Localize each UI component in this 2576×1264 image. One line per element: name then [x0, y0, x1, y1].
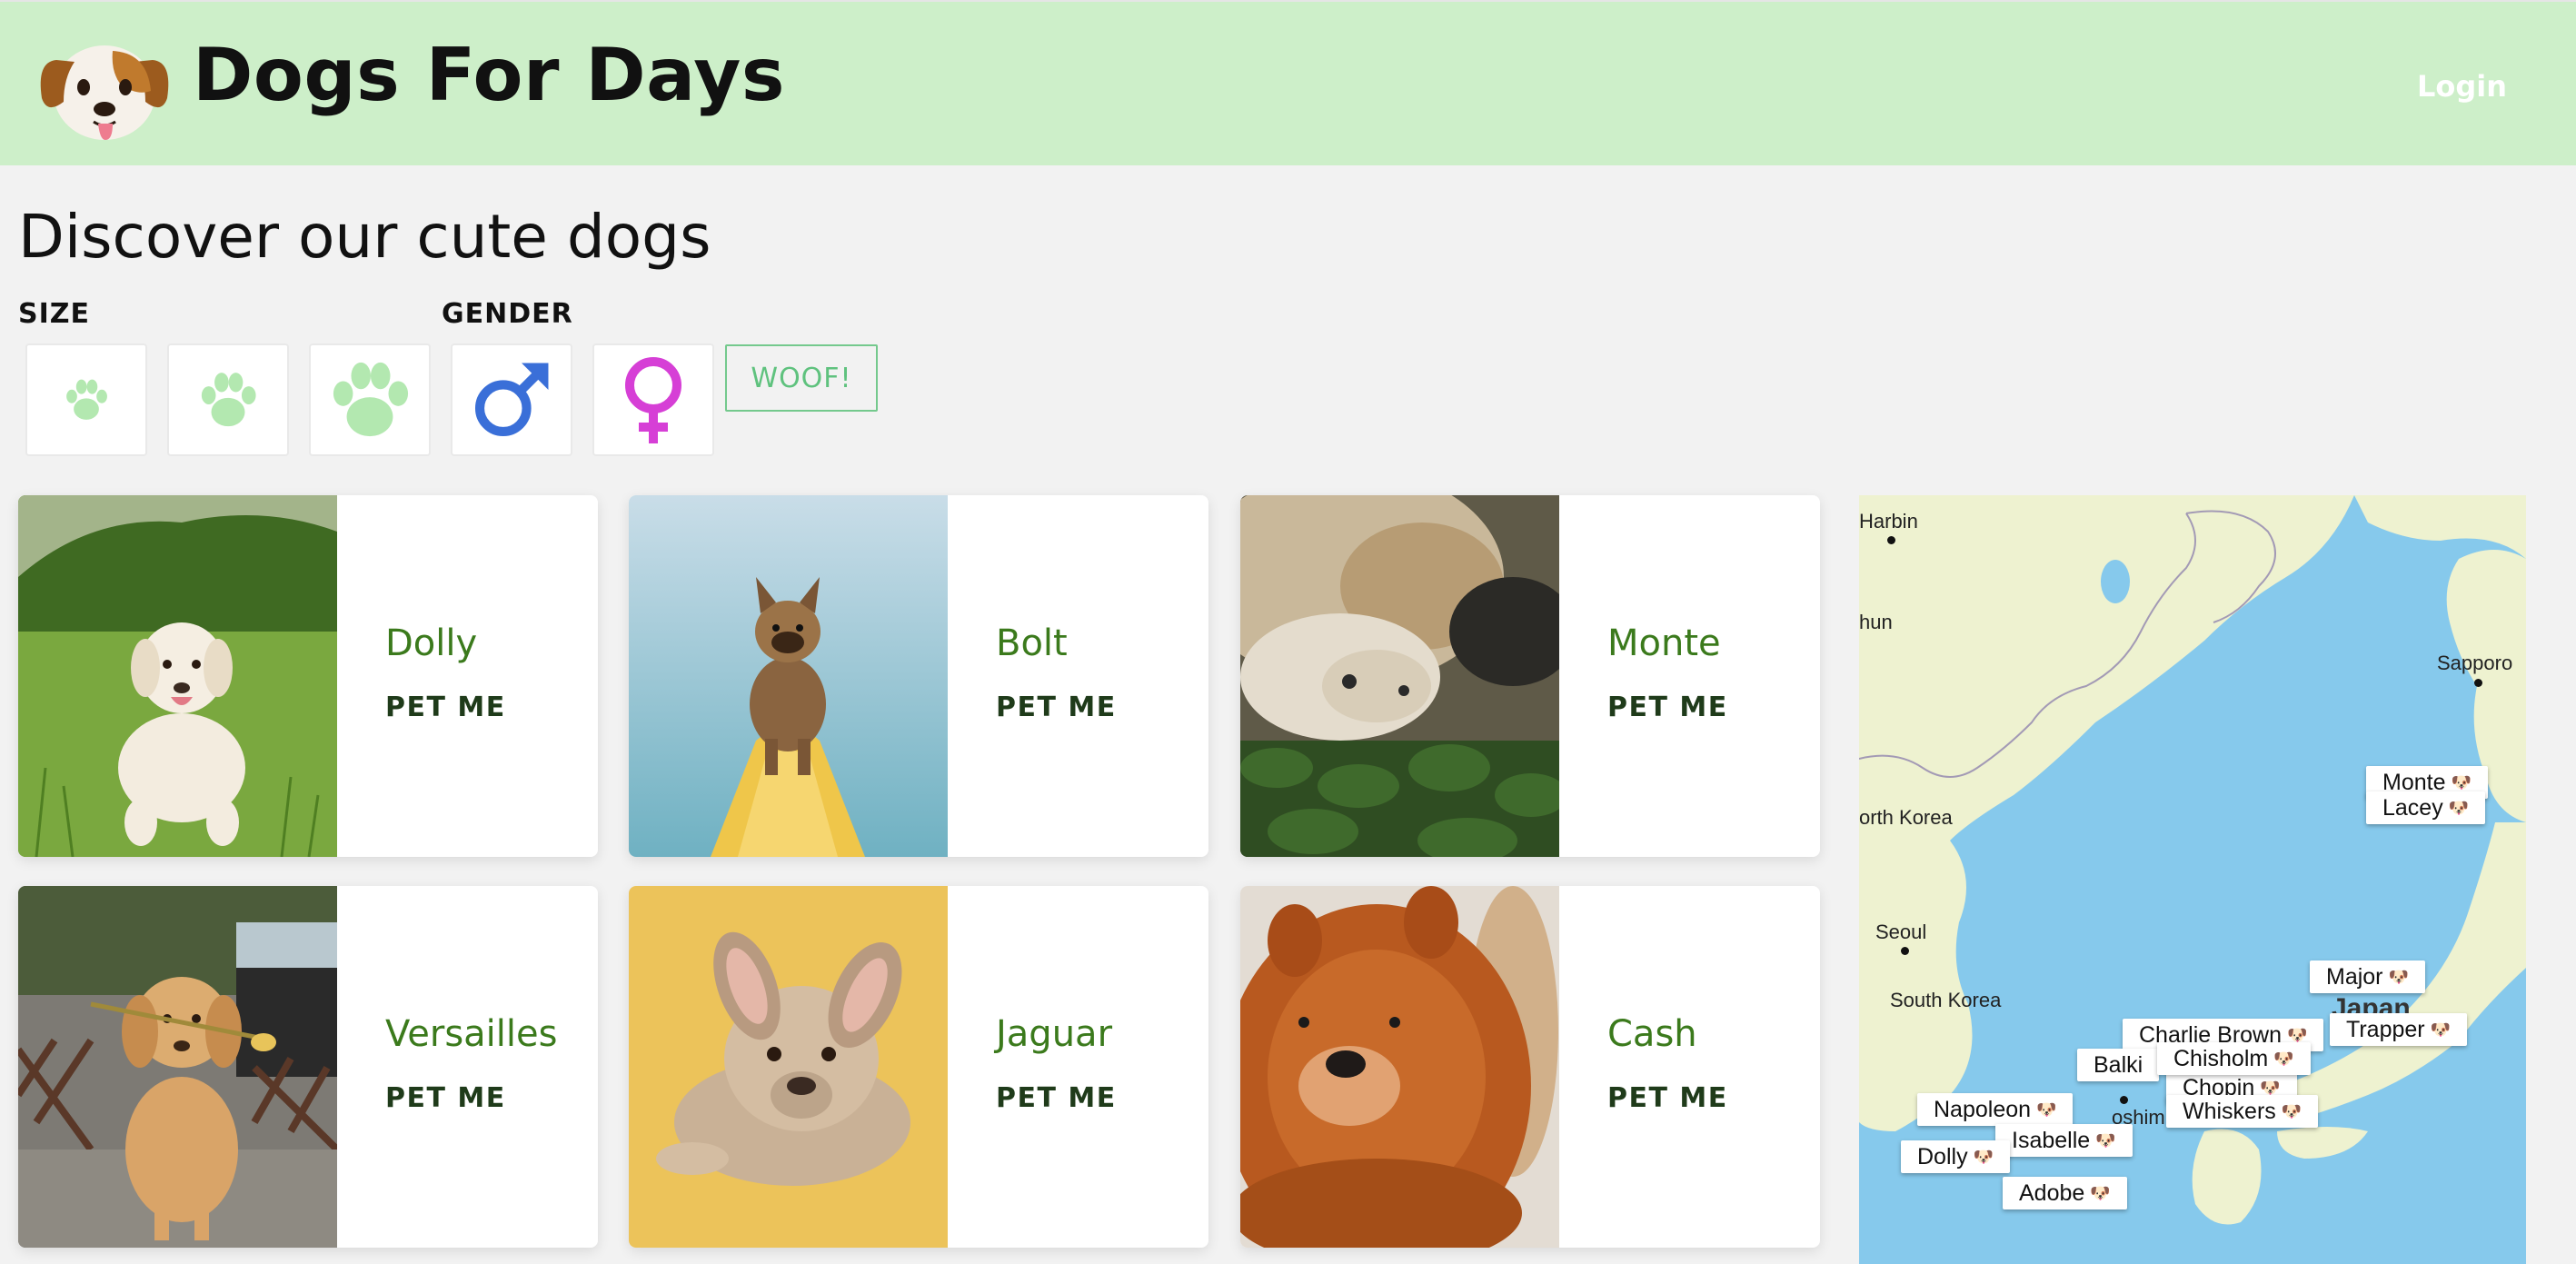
woof-button[interactable]: WOOF! [725, 344, 878, 412]
marker-label: Whiskers [2183, 1098, 2276, 1124]
dog-face-icon: 🐶 [2451, 772, 2472, 791]
map-marker-napoleon[interactable]: Napoleon 🐶 [1917, 1093, 2074, 1126]
pet-me-button[interactable]: PET ME [996, 692, 1117, 723]
map-marker-balki[interactable]: Balki [2077, 1049, 2160, 1081]
dog-photo [1240, 886, 1559, 1248]
size-large-button[interactable] [309, 343, 431, 456]
marker-label: Dolly [1917, 1143, 1968, 1169]
map-label-chun: hun [1859, 611, 1893, 633]
dog-name: Versailles [385, 1013, 558, 1055]
gender-female-button[interactable] [592, 343, 714, 456]
map-marker-major[interactable]: Major 🐶 [2310, 960, 2425, 993]
pet-me-button[interactable]: PET ME [385, 692, 506, 723]
map-marker-adobe[interactable]: Adobe 🐶 [2003, 1177, 2127, 1209]
map-marker-chisholm[interactable]: Chisholm 🐶 [2157, 1042, 2311, 1075]
dog-card[interactable]: Jaguar PET ME [629, 886, 1208, 1248]
page-title: Discover our cute dogs [18, 202, 711, 272]
app-header: Dogs For Days Login [0, 0, 2576, 165]
city-dot [1901, 947, 1909, 955]
male-icon [474, 363, 549, 437]
dog-face-icon: 🐶 [2388, 967, 2409, 986]
dog-name: Jaguar [996, 1013, 1113, 1055]
map-label-south-korea: South Korea [1890, 989, 2002, 1011]
size-small-button[interactable] [25, 343, 147, 456]
dog-name: Bolt [996, 622, 1068, 664]
dog-face-icon: 🐶 [2281, 1101, 2302, 1120]
map-marker-trapper[interactable]: Trapper 🐶 [2330, 1013, 2468, 1046]
dog-photo [18, 495, 337, 857]
marker-label: Trapper [2346, 1016, 2425, 1042]
marker-label: Chisholm [2173, 1045, 2269, 1071]
pet-me-button[interactable]: PET ME [996, 1082, 1117, 1114]
map-marker-dolly[interactable]: Dolly 🐶 [1901, 1140, 2010, 1173]
app-title: Dogs For Days [193, 33, 785, 117]
marker-label: Adobe [2019, 1179, 2085, 1206]
paw-icon [66, 379, 107, 420]
map-marker-isabelle[interactable]: Isabelle 🐶 [1995, 1124, 2133, 1157]
marker-label: Lacey [2382, 794, 2443, 821]
city-dot [1887, 536, 1895, 544]
map-marker-lacey[interactable]: Lacey 🐶 [2366, 791, 2486, 824]
pet-me-button[interactable]: PET ME [1607, 692, 1728, 723]
map-marker-whiskers[interactable]: Whiskers 🐶 [2166, 1095, 2319, 1128]
dog-card[interactable]: Dolly PET ME [18, 495, 598, 857]
map-label-north-korea: orth Korea [1859, 806, 1953, 829]
dog-face-icon: 🐶 [2273, 1049, 2294, 1068]
marker-label: Napoleon [1934, 1096, 2032, 1122]
dog-card[interactable]: Monte PET ME [1240, 495, 1820, 857]
marker-label: Major [2326, 963, 2383, 990]
dog-card[interactable]: Bolt PET ME [629, 495, 1208, 857]
paw-icon [201, 373, 256, 427]
map-label-seoul: Seoul [1875, 921, 1927, 943]
dog-photo [629, 495, 948, 857]
dog-face-icon: 🐶 [2430, 1020, 2452, 1039]
marker-label: Isabelle [2012, 1127, 2091, 1153]
dog-card[interactable]: Cash PET ME [1240, 886, 1820, 1248]
marker-label: Balki [2094, 1051, 2143, 1078]
dog-location-map[interactable]: Harbin hun Sapporo orth Korea Seoul Sout… [1859, 495, 2526, 1264]
dog-photo [629, 886, 948, 1248]
dog-name: Monte [1607, 622, 1721, 664]
dog-photo [18, 886, 337, 1248]
dog-name: Cash [1607, 1013, 1697, 1055]
gender-male-button[interactable] [451, 343, 572, 456]
size-medium-button[interactable] [167, 343, 289, 456]
dog-face-icon: 🐶 [2095, 1130, 2116, 1150]
gender-filter-label: GENDER [442, 298, 573, 330]
pet-me-button[interactable]: PET ME [1607, 1082, 1728, 1114]
city-dot [2120, 1096, 2128, 1104]
city-dot [2474, 679, 2482, 687]
dog-face-icon: 🐶 [2036, 1100, 2057, 1119]
map-label-sapporo: Sapporo [2437, 652, 2513, 674]
dog-card[interactable]: Versailles PET ME [18, 886, 598, 1248]
size-filter-label: SIZE [18, 298, 91, 330]
dog-face-icon: 🐶 [1973, 1147, 1994, 1166]
dog-photo [1240, 495, 1559, 857]
dog-face-icon: 🐶 [2090, 1183, 2111, 1202]
dog-name: Dolly [385, 622, 478, 664]
dog-face-icon: 🐶 [2448, 798, 2470, 817]
dog-face-icon [40, 45, 169, 140]
female-icon [625, 357, 681, 443]
map-label-harbin: Harbin [1859, 510, 1918, 532]
pet-me-button[interactable]: PET ME [385, 1082, 506, 1114]
login-link[interactable]: Login [2417, 69, 2507, 104]
paw-icon [333, 362, 409, 437]
